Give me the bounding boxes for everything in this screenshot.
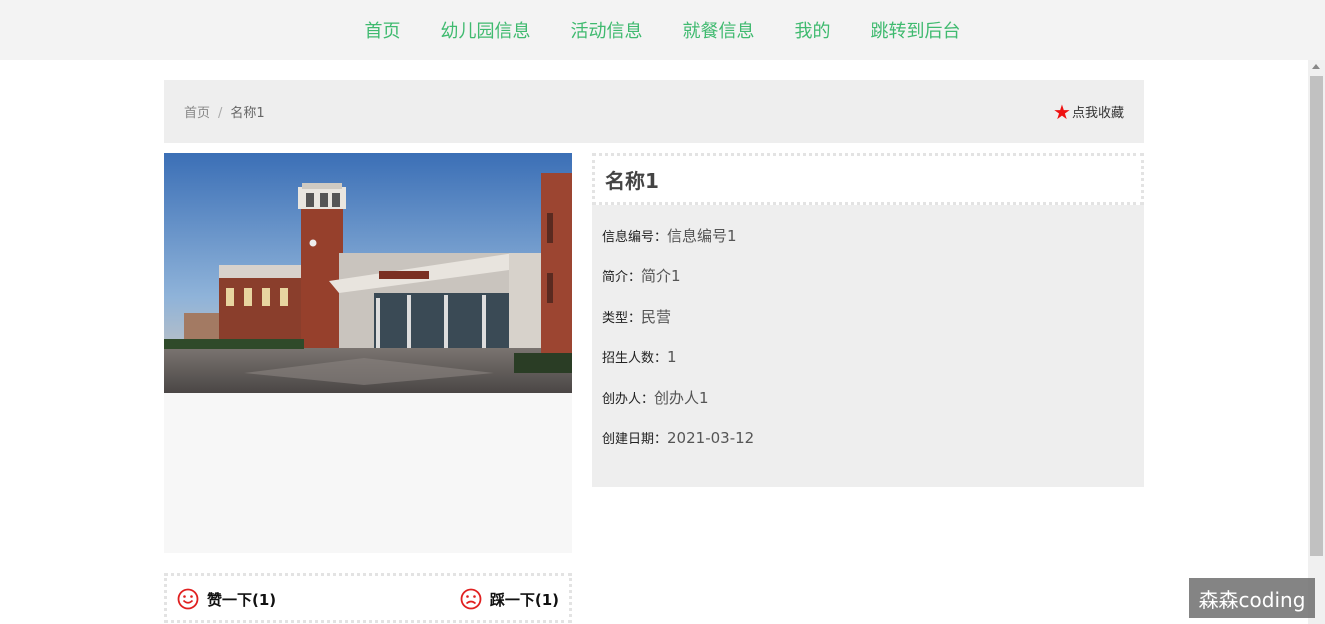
smile-icon [177, 588, 199, 610]
watermark: 森森coding [1189, 578, 1315, 618]
detail-row: 招生人数： 1 [602, 337, 1134, 378]
field-value: 2021-03-12 [667, 428, 755, 447]
star-icon: ★ [1053, 99, 1071, 124]
kindergarten-photo [164, 153, 572, 393]
detail-row: 创建日期： 2021-03-12 [602, 418, 1134, 459]
detail-title: 名称1 [592, 153, 1144, 205]
nav-item-admin[interactable]: 跳转到后台 [871, 17, 961, 43]
detail-row: 简介： 简介1 [602, 256, 1134, 297]
top-nav: 首页 幼儿园信息 活动信息 就餐信息 我的 跳转到后台 [0, 0, 1325, 60]
detail-row: 类型： 民营 [602, 296, 1134, 337]
like-label: 赞一下(1) [207, 590, 277, 609]
field-label: 信息编号： [602, 229, 668, 245]
field-value: 1 [667, 347, 677, 366]
detail-fields: 信息编号： 信息编号1 简介： 简介1 类型： 民营 招生人数： 1 创办人： 创办人1 … [592, 205, 1144, 458]
field-label: 创建日期： [602, 432, 668, 448]
image-panel [164, 153, 572, 553]
detail-row: 创办人： 创办人1 [602, 377, 1134, 418]
detail-row: 信息编号： 信息编号1 [602, 215, 1134, 256]
frown-icon [460, 588, 482, 610]
field-value: 民营 [641, 307, 672, 326]
nav-item-activity-info[interactable]: 活动信息 [571, 17, 643, 43]
dislike-label: 踩一下(1) [489, 590, 559, 609]
field-label: 类型： [602, 310, 642, 326]
nav-item-home[interactable]: 首页 [365, 17, 401, 43]
nav-item-mine[interactable]: 我的 [795, 17, 831, 43]
scroll-up-arrow-icon[interactable] [1312, 64, 1320, 69]
field-value: 信息编号1 [667, 226, 737, 245]
field-label: 招生人数： [602, 351, 668, 367]
breadcrumb-home-link[interactable]: 首页 [184, 106, 210, 121]
field-value: 简介1 [641, 267, 681, 286]
scrollbar-thumb[interactable] [1310, 76, 1323, 556]
detail-panel: 名称1 信息编号： 信息编号1 简介： 简介1 类型： 民营 招生人数： 1 创办人：创… [592, 153, 1144, 487]
field-label: 创办人： [602, 391, 655, 407]
collect-label: 点我收藏 [1071, 106, 1124, 121]
like-button[interactable]: 赞一下(1) [177, 588, 276, 610]
vertical-scrollbar[interactable] [1308, 60, 1325, 624]
nav-item-kindergarten-info[interactable]: 幼儿园信息 [441, 17, 531, 43]
collect-button[interactable]: ★ 点我收藏 [1053, 99, 1124, 124]
field-value: 创办人1 [654, 388, 709, 407]
nav-item-dining-info[interactable]: 就餐信息 [683, 17, 755, 43]
breadcrumb-separator: / [218, 106, 223, 121]
breadcrumb-bar: 首页 / 名称1 ★ 点我收藏 [164, 80, 1144, 143]
breadcrumb: 首页 / 名称1 [184, 102, 265, 121]
breadcrumb-current: 名称1 [230, 106, 265, 121]
vote-bar: 赞一下(1) 踩一下(1) [164, 573, 572, 623]
field-label: 简介： [602, 270, 642, 286]
dislike-button[interactable]: 踩一下(1) [460, 588, 559, 610]
